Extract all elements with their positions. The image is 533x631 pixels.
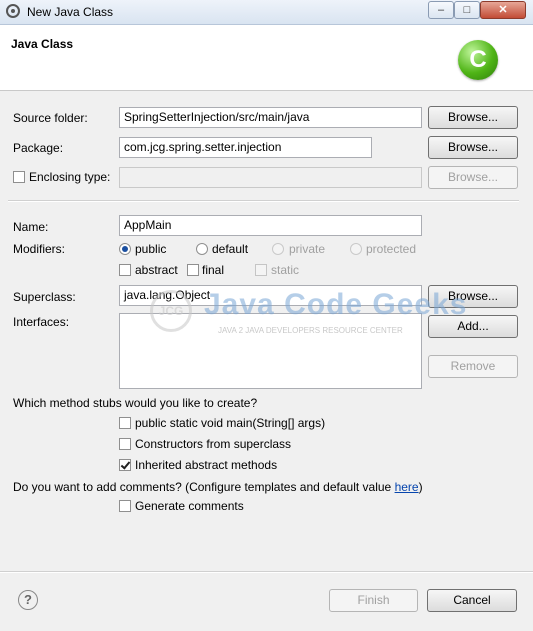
package-browse-button[interactable]: Browse... [428, 136, 518, 159]
footer-separator [0, 571, 533, 573]
interfaces-label: Interfaces: [13, 315, 70, 329]
enclosing-type-label: Enclosing type: [29, 170, 111, 184]
modifier-default-label: default [212, 242, 249, 256]
source-folder-field[interactable]: SpringSetterInjection/src/main/java [119, 107, 422, 128]
eclipse-icon [6, 4, 20, 18]
enclosing-type-checkbox[interactable] [13, 171, 25, 183]
modifier-public-radio[interactable] [119, 243, 131, 255]
enclosing-type-field [119, 167, 422, 188]
modifier-static-label: static [271, 263, 300, 277]
remove-interface-button: Remove [428, 355, 518, 378]
stub-constructors-checkbox[interactable] [119, 438, 131, 450]
package-field[interactable]: com.jcg.spring.setter.injection [119, 137, 372, 158]
watermark-tagline: JAVA 2 JAVA DEVELOPERS RESOURCE CENTER [218, 326, 403, 335]
modifier-abstract-label: abstract [135, 263, 178, 277]
superclass-label: Superclass: [13, 290, 76, 304]
finish-button: Finish [329, 589, 418, 612]
modifier-protected-label: protected [366, 242, 417, 256]
page-title: Java Class [11, 37, 74, 51]
java-class-icon: C [458, 40, 498, 80]
stub-main-checkbox[interactable] [119, 417, 131, 429]
help-icon[interactable]: ? [18, 590, 38, 610]
wizard-header [0, 25, 533, 91]
modifier-final-label: final [202, 263, 225, 277]
separator [8, 200, 519, 202]
minimize-button[interactable]: – [428, 1, 454, 19]
java-code-geeks-watermark: JCG Java Code Geeks JAVA 2 JAVA DEVELOPE… [150, 284, 466, 342]
source-folder-label: Source folder: [13, 111, 88, 125]
comments-question-end: ) [418, 480, 423, 494]
name-field[interactable]: AppMain [119, 215, 422, 236]
jcg-logo: JCG [150, 290, 192, 332]
modifier-public-label: public [135, 242, 167, 256]
watermark-name: Java Code Geeks [204, 288, 468, 321]
window-title: New Java Class [27, 5, 114, 19]
modifier-final-checkbox[interactable] [187, 264, 199, 276]
method-stubs-question: Which method stubs would you like to cre… [13, 396, 258, 410]
comments-question-text: Do you want to add comments? (Configure … [13, 480, 395, 494]
modifier-private-radio [272, 243, 284, 255]
stub-inherited-label: Inherited abstract methods [135, 458, 278, 472]
maximize-button[interactable]: □ [454, 1, 480, 19]
stub-constructors-label: Constructors from superclass [135, 437, 292, 451]
generate-comments-label: Generate comments [135, 499, 244, 513]
cancel-button[interactable]: Cancel [427, 589, 517, 612]
generate-comments-checkbox[interactable] [119, 500, 131, 512]
modifier-static-checkbox [255, 264, 267, 276]
configure-templates-link[interactable]: here [395, 480, 419, 494]
name-label: Name: [13, 220, 49, 234]
modifier-protected-radio [350, 243, 362, 255]
modifiers-label: Modifiers: [13, 242, 66, 256]
modifier-default-radio[interactable] [196, 243, 208, 255]
comments-question: Do you want to add comments? (Configure … [13, 480, 423, 494]
source-folder-browse-button[interactable]: Browse... [428, 106, 518, 129]
modifier-private-label: private [289, 242, 326, 256]
close-button[interactable]: ✕ [480, 1, 526, 19]
stub-inherited-checkbox[interactable] [119, 459, 131, 471]
stub-main-label: public static void main(String[] args) [135, 416, 326, 430]
modifier-abstract-checkbox[interactable] [119, 264, 131, 276]
enclosing-type-browse-button: Browse... [428, 166, 518, 189]
package-label: Package: [13, 141, 64, 155]
